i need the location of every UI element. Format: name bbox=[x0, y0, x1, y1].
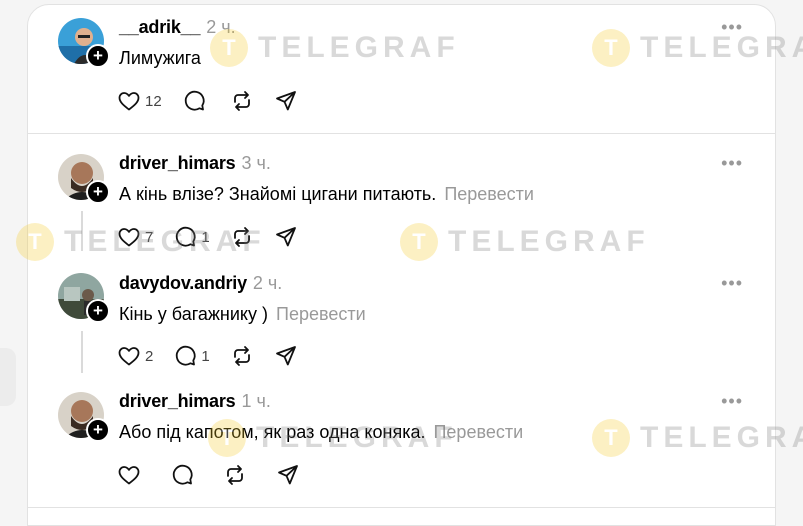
avatar[interactable]: + bbox=[58, 154, 110, 204]
like-count: 2 bbox=[145, 347, 154, 365]
repost-icon bbox=[233, 91, 250, 111]
avatar[interactable]: + bbox=[58, 18, 110, 68]
reply-button[interactable] bbox=[170, 463, 194, 487]
translate-link[interactable]: Перевести bbox=[433, 422, 523, 442]
more-icon[interactable]: ••• bbox=[721, 17, 743, 38]
like-count: 7 bbox=[145, 228, 154, 246]
share-button[interactable] bbox=[274, 89, 298, 113]
more-icon[interactable]: ••• bbox=[721, 391, 743, 412]
send-icon bbox=[275, 91, 296, 111]
avatar[interactable]: + bbox=[58, 392, 110, 442]
username[interactable]: davydov.andriy bbox=[119, 273, 247, 293]
side-tab[interactable] bbox=[0, 348, 16, 406]
reply-button[interactable] bbox=[182, 89, 210, 113]
comment-icon bbox=[172, 464, 193, 485]
post-header: __adrik__ 2 ч. bbox=[119, 17, 236, 38]
post-body: А кінь влізе? Знайомі цигани питають. bbox=[119, 184, 437, 204]
comment-icon bbox=[176, 345, 196, 366]
post-text: А кінь влізе? Знайомі цигани питають. Пер… bbox=[119, 184, 534, 205]
action-bar: 2 1 bbox=[117, 344, 318, 368]
timestamp[interactable]: 2 ч. bbox=[206, 17, 235, 37]
action-bar bbox=[117, 463, 320, 487]
like-button[interactable]: 12 bbox=[117, 89, 162, 113]
like-button[interactable] bbox=[117, 463, 141, 487]
follow-plus-icon[interactable]: + bbox=[86, 299, 110, 323]
heart-icon bbox=[118, 92, 140, 111]
post-body: Кінь у багажнику ) bbox=[119, 304, 269, 324]
send-icon bbox=[278, 465, 298, 485]
action-bar: 12 bbox=[117, 89, 318, 113]
translate-link[interactable]: Перевести bbox=[444, 184, 534, 204]
post-text: Або під капотом, як раз одна коняка. Пере… bbox=[119, 422, 523, 443]
repost-button[interactable] bbox=[230, 344, 254, 368]
divider bbox=[28, 507, 775, 508]
timestamp[interactable]: 2 ч. bbox=[253, 273, 282, 293]
share-button[interactable] bbox=[276, 463, 300, 487]
share-button[interactable] bbox=[274, 344, 298, 368]
more-icon[interactable]: ••• bbox=[721, 273, 743, 294]
repost-icon bbox=[227, 465, 243, 485]
repost-button[interactable] bbox=[230, 225, 254, 249]
username[interactable]: driver_himars bbox=[119, 391, 236, 411]
heart-icon bbox=[118, 228, 140, 247]
follow-plus-icon[interactable]: + bbox=[86, 44, 110, 68]
follow-plus-icon[interactable]: + bbox=[86, 180, 110, 204]
avatar[interactable]: + bbox=[58, 273, 110, 323]
post-header: davydov.andriy 2 ч. bbox=[119, 273, 282, 294]
thread-line bbox=[81, 331, 83, 373]
thread-feed: + __adrik__ 2 ч. ••• Лимужига 12 + drive… bbox=[27, 4, 776, 526]
post-header: driver_himars 3 ч. bbox=[119, 153, 271, 174]
username[interactable]: driver_himars bbox=[119, 153, 236, 173]
reply-button[interactable]: 1 bbox=[173, 344, 210, 368]
post-body: Або під капотом, як раз одна коняка. bbox=[119, 422, 426, 442]
follow-plus-icon[interactable]: + bbox=[86, 418, 110, 442]
reply-button[interactable]: 1 bbox=[173, 225, 210, 249]
reply-count: 1 bbox=[201, 228, 210, 246]
more-icon[interactable]: ••• bbox=[721, 153, 743, 174]
share-button[interactable] bbox=[274, 225, 298, 249]
heart-icon bbox=[118, 347, 140, 366]
timestamp[interactable]: 3 ч. bbox=[241, 153, 270, 173]
comment-icon bbox=[176, 226, 196, 247]
like-button[interactable]: 2 bbox=[117, 344, 153, 368]
post-text: Кінь у багажнику ) Перевести bbox=[119, 304, 366, 325]
comment-icon bbox=[184, 90, 205, 111]
send-icon bbox=[275, 227, 296, 247]
post-text: Лимужига bbox=[119, 48, 201, 69]
like-button[interactable]: 7 bbox=[117, 225, 153, 249]
translate-link[interactable]: Перевести bbox=[276, 304, 366, 324]
thread-line bbox=[81, 211, 83, 251]
repost-button[interactable] bbox=[230, 89, 254, 113]
divider bbox=[28, 133, 775, 134]
username[interactable]: __adrik__ bbox=[119, 17, 200, 37]
like-count: 12 bbox=[145, 92, 162, 110]
repost-icon bbox=[233, 227, 250, 247]
post-body: Лимужига bbox=[119, 48, 201, 68]
repost-button[interactable] bbox=[223, 463, 247, 487]
repost-icon bbox=[233, 346, 250, 366]
post-header: driver_himars 1 ч. bbox=[119, 391, 271, 412]
action-bar: 7 1 bbox=[117, 225, 318, 249]
heart-icon bbox=[118, 466, 140, 485]
timestamp[interactable]: 1 ч. bbox=[241, 391, 270, 411]
reply-count: 1 bbox=[201, 347, 210, 365]
send-icon bbox=[275, 346, 296, 366]
